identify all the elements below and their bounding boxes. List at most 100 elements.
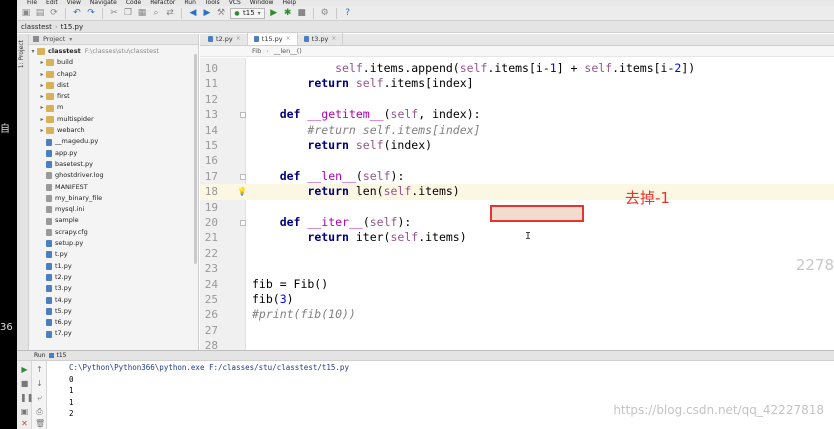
rerun-icon[interactable]: ▶ bbox=[20, 365, 29, 374]
help-icon[interactable]: ? bbox=[343, 8, 353, 18]
soft-wrap-icon[interactable]: ⤶ bbox=[35, 393, 44, 402]
trash-icon[interactable]: 🗑 bbox=[35, 419, 45, 428]
collapsed-arrow-icon[interactable]: ▸ bbox=[38, 57, 46, 68]
menu-item[interactable]: Tools bbox=[205, 0, 220, 6]
code-line[interactable]: 24 fib = Fib() bbox=[200, 277, 834, 292]
code-line[interactable]: 13 def __getitem__(self, index): bbox=[200, 107, 834, 122]
stop-icon[interactable]: ■ bbox=[20, 379, 29, 388]
run-panel-config[interactable]: t15 bbox=[57, 351, 67, 360]
arrow-down-icon[interactable]: ↓ bbox=[35, 379, 44, 388]
project-root-item[interactable]: ▾ classtest F:\classes\stu\classtest bbox=[29, 46, 198, 57]
paste-icon[interactable]: ▦ bbox=[137, 8, 147, 18]
sync-icon[interactable]: ⟳ bbox=[49, 8, 59, 18]
tree-item[interactable]: t6.py bbox=[29, 317, 198, 328]
tree-item[interactable]: ▸ dist bbox=[29, 80, 198, 91]
fold-marker-icon[interactable] bbox=[240, 220, 246, 226]
collapsed-arrow-icon[interactable]: ▸ bbox=[38, 102, 46, 113]
debug-icon[interactable]: ✱ bbox=[283, 8, 293, 18]
tree-item[interactable]: ▸ webarch bbox=[29, 125, 198, 136]
code-line[interactable]: 10 self.items.append(self.items[i-1] + s… bbox=[200, 61, 834, 76]
tree-item[interactable]: ▸ multispider bbox=[29, 114, 198, 125]
editor-tab[interactable]: t2.py × bbox=[202, 33, 248, 45]
tree-item[interactable]: app.py bbox=[29, 148, 198, 159]
code-line[interactable]: 12 bbox=[200, 92, 834, 107]
back-icon[interactable]: ◀ bbox=[188, 8, 198, 18]
collapsed-arrow-icon[interactable]: ▸ bbox=[38, 114, 46, 125]
menu-item[interactable]: Window bbox=[250, 0, 274, 6]
tree-item[interactable]: t7.py bbox=[29, 328, 198, 339]
open-folder-icon[interactable]: ▣ bbox=[21, 8, 31, 18]
tree-item[interactable]: setup.py bbox=[29, 238, 198, 249]
menu-item[interactable]: VCS bbox=[229, 0, 241, 6]
redo-icon[interactable]: ↷ bbox=[86, 8, 96, 18]
code-line[interactable]: 21 return iter(self.items) bbox=[200, 230, 834, 245]
tree-item[interactable]: MANIFEST bbox=[29, 182, 198, 193]
menu-item[interactable]: Refactor bbox=[150, 0, 175, 6]
arrow-up-icon[interactable]: ↑ bbox=[35, 365, 44, 374]
menu-item[interactable]: View bbox=[67, 0, 81, 6]
tree-item[interactable]: ▸ chap2 bbox=[29, 69, 198, 80]
code-line[interactable]: 15 return self(index) bbox=[200, 138, 834, 153]
code-line[interactable]: 23 bbox=[200, 261, 834, 276]
nav-crumb-project[interactable]: classtest bbox=[21, 21, 52, 33]
tree-item[interactable]: scrapy.cfg bbox=[29, 227, 198, 238]
code-line[interactable]: 16 bbox=[200, 153, 834, 168]
save-icon[interactable]: ▤ bbox=[35, 8, 45, 18]
project-scrollbar[interactable] bbox=[194, 54, 197, 264]
code-line[interactable]: 11 return self.items[index] bbox=[200, 76, 834, 91]
tree-item[interactable]: t3.py bbox=[29, 283, 198, 294]
build-icon[interactable]: ⚒ bbox=[216, 8, 226, 18]
tree-item[interactable]: sample bbox=[29, 215, 198, 226]
editor-tab[interactable]: t3.py × bbox=[298, 33, 344, 45]
menu-item[interactable]: Help bbox=[282, 0, 296, 6]
expanded-arrow-icon[interactable]: ▾ bbox=[29, 46, 37, 57]
code-line[interactable]: 27 bbox=[200, 323, 834, 338]
tree-item[interactable]: t1.py bbox=[29, 261, 198, 272]
code-line[interactable]: 26 #print(fib(10)) bbox=[200, 307, 834, 322]
tree-item[interactable]: t2.py bbox=[29, 272, 198, 283]
stop-icon[interactable]: ■ bbox=[297, 8, 307, 18]
menu-item[interactable]: Run bbox=[184, 0, 196, 6]
menu-item[interactable]: File bbox=[27, 0, 37, 6]
current-code-line[interactable]: 18 return len(self.items) 💡 bbox=[200, 184, 834, 200]
tree-item[interactable]: ghostdriver.log bbox=[29, 170, 198, 181]
breadcrumb-class[interactable]: Fib bbox=[252, 46, 261, 56]
fold-marker-icon[interactable] bbox=[240, 173, 246, 180]
collapsed-arrow-icon[interactable]: ▸ bbox=[38, 91, 46, 102]
code-line[interactable]: 14 #return self.items[index] bbox=[200, 123, 834, 138]
run-config-select[interactable]: ● t15 ▾ bbox=[230, 7, 265, 19]
menu-item[interactable]: Edit bbox=[46, 0, 58, 6]
tree-item[interactable]: my_binary_file bbox=[29, 193, 198, 204]
tree-item[interactable]: t.py bbox=[29, 249, 198, 260]
tree-item[interactable]: __magedu.py bbox=[29, 136, 198, 147]
console-output[interactable]: C:\Python\Python366\python.exe F:/classe… bbox=[69, 362, 349, 429]
editor-tab[interactable]: t15.py × bbox=[247, 33, 298, 45]
menu-item[interactable]: Code bbox=[126, 0, 141, 6]
collapsed-arrow-icon[interactable]: ▸ bbox=[38, 125, 46, 136]
forward-icon[interactable]: ▶ bbox=[202, 8, 212, 18]
project-tool-button[interactable]: 1: Project bbox=[18, 40, 28, 68]
collapsed-arrow-icon[interactable]: ▸ bbox=[38, 69, 46, 80]
close-tab-icon[interactable]: × bbox=[286, 33, 291, 45]
restore-layout-icon[interactable]: ▣ bbox=[20, 407, 29, 416]
print-icon[interactable]: ⎙ bbox=[35, 407, 44, 416]
breadcrumb-method[interactable]: __len__() bbox=[274, 46, 302, 56]
tree-item[interactable]: basetest.py bbox=[29, 159, 198, 170]
tree-item[interactable]: ▸ m bbox=[29, 102, 198, 113]
run-panel-title[interactable]: Run bbox=[34, 351, 46, 360]
collapsed-arrow-icon[interactable]: ▸ bbox=[38, 80, 46, 91]
copy-icon[interactable]: ❐ bbox=[123, 8, 133, 18]
close-icon[interactable]: ✕ bbox=[20, 419, 29, 428]
project-panel-title[interactable]: Project bbox=[43, 34, 65, 45]
code-line[interactable]: 25 fib(3) bbox=[200, 292, 834, 307]
cut-icon[interactable]: ✂ bbox=[109, 8, 119, 18]
find-icon[interactable]: ⌕ bbox=[151, 8, 161, 18]
tree-item[interactable]: t4.py bbox=[29, 295, 198, 306]
close-tab-icon[interactable]: × bbox=[331, 33, 336, 45]
code-line[interactable]: 28 bbox=[200, 338, 834, 350]
menu-item[interactable]: Navigate bbox=[90, 0, 117, 6]
nav-crumb-file[interactable]: t15.py bbox=[61, 21, 83, 33]
tree-item[interactable]: t5.py bbox=[29, 306, 198, 317]
lightbulb-icon[interactable]: 💡 bbox=[237, 187, 247, 196]
code-line[interactable]: 17 def __len__(self): bbox=[200, 169, 834, 184]
